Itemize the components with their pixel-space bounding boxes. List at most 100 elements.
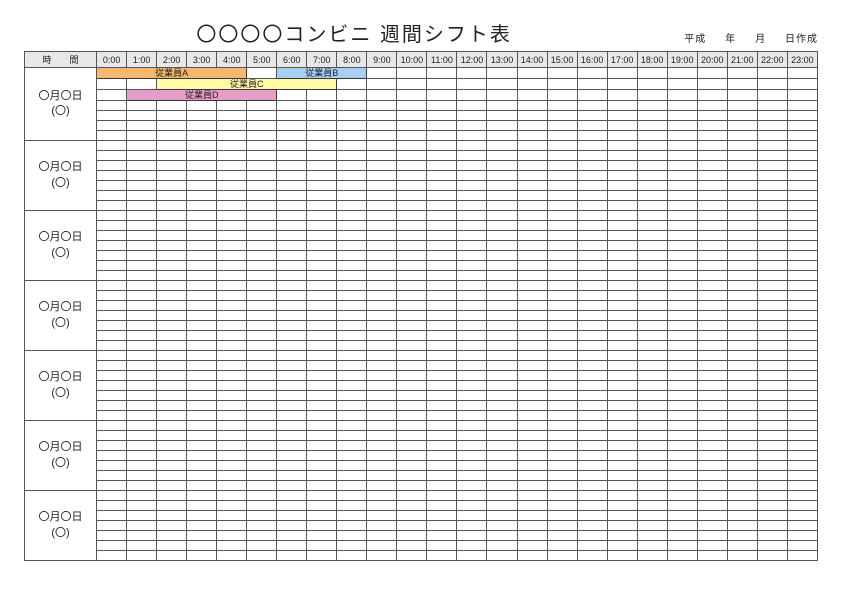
empty-cell bbox=[667, 421, 697, 431]
empty-cell bbox=[427, 391, 457, 401]
empty-cell bbox=[427, 291, 457, 301]
empty-cell bbox=[217, 181, 247, 191]
day-label: 〇月〇日(〇) bbox=[25, 281, 97, 351]
empty-cell bbox=[787, 291, 817, 301]
empty-cell bbox=[577, 371, 607, 381]
empty-cell bbox=[547, 141, 577, 151]
empty-cell bbox=[127, 501, 157, 511]
empty-cell bbox=[187, 541, 217, 551]
empty-cell bbox=[97, 201, 127, 211]
empty-cell bbox=[307, 481, 337, 491]
empty-cell bbox=[667, 521, 697, 531]
empty-cell bbox=[307, 391, 337, 401]
empty-cell bbox=[367, 321, 397, 331]
empty-cell bbox=[757, 271, 787, 281]
empty-cell bbox=[277, 421, 307, 431]
empty-cell bbox=[397, 411, 427, 421]
hour-header: 18:00 bbox=[637, 52, 667, 68]
empty-cell bbox=[787, 401, 817, 411]
empty-cell bbox=[367, 341, 397, 351]
empty-cell bbox=[757, 481, 787, 491]
hour-header: 17:00 bbox=[607, 52, 637, 68]
empty-cell bbox=[97, 131, 127, 141]
empty-cell bbox=[157, 541, 187, 551]
empty-cell bbox=[247, 271, 277, 281]
empty-cell bbox=[157, 261, 187, 271]
empty-cell bbox=[277, 271, 307, 281]
empty-cell bbox=[427, 431, 457, 441]
empty-cell bbox=[157, 351, 187, 361]
hour-header: 19:00 bbox=[667, 52, 697, 68]
empty-cell bbox=[757, 151, 787, 161]
empty-cell bbox=[487, 341, 517, 351]
empty-cell bbox=[97, 191, 127, 201]
empty-cell bbox=[577, 511, 607, 521]
empty-cell bbox=[697, 461, 727, 471]
empty-cell bbox=[337, 191, 367, 201]
empty-cell bbox=[427, 331, 457, 341]
empty-cell bbox=[97, 511, 127, 521]
empty-cell bbox=[337, 181, 367, 191]
empty-cell bbox=[787, 201, 817, 211]
empty-cell bbox=[217, 331, 247, 341]
empty-cell bbox=[487, 331, 517, 341]
empty-cell bbox=[337, 501, 367, 511]
empty-cell bbox=[337, 511, 367, 521]
empty-cell bbox=[607, 68, 637, 79]
empty-cell bbox=[757, 291, 787, 301]
empty-cell bbox=[667, 241, 697, 251]
empty-cell bbox=[667, 201, 697, 211]
empty-cell bbox=[427, 201, 457, 211]
empty-cell bbox=[727, 121, 757, 131]
empty-cell bbox=[247, 381, 277, 391]
empty-cell bbox=[577, 351, 607, 361]
empty-cell bbox=[637, 531, 667, 541]
empty-cell bbox=[547, 471, 577, 481]
empty-cell bbox=[277, 441, 307, 451]
day-weekday: (〇) bbox=[51, 247, 69, 259]
empty-cell bbox=[337, 101, 367, 111]
empty-cell bbox=[787, 181, 817, 191]
empty-cell bbox=[757, 511, 787, 521]
empty-cell bbox=[277, 401, 307, 411]
empty-cell bbox=[637, 331, 667, 341]
empty-cell bbox=[517, 461, 547, 471]
empty-cell bbox=[247, 141, 277, 151]
empty-cell bbox=[427, 231, 457, 241]
day-date: 〇月〇日 bbox=[39, 371, 83, 383]
empty-cell bbox=[427, 421, 457, 431]
empty-cell bbox=[127, 221, 157, 231]
empty-cell bbox=[307, 451, 337, 461]
empty-cell bbox=[307, 411, 337, 421]
empty-cell bbox=[157, 361, 187, 371]
empty-cell bbox=[187, 231, 217, 241]
empty-cell bbox=[427, 251, 457, 261]
empty-cell bbox=[187, 441, 217, 451]
empty-cell bbox=[787, 381, 817, 391]
empty-cell bbox=[367, 361, 397, 371]
empty-cell bbox=[547, 131, 577, 141]
empty-cell bbox=[187, 551, 217, 561]
empty-cell bbox=[787, 221, 817, 231]
empty-cell bbox=[247, 291, 277, 301]
empty-cell bbox=[637, 181, 667, 191]
empty-cell bbox=[337, 151, 367, 161]
empty-cell bbox=[487, 531, 517, 541]
empty-cell bbox=[307, 201, 337, 211]
empty-cell bbox=[727, 101, 757, 111]
empty-cell bbox=[787, 79, 817, 90]
empty-cell bbox=[187, 111, 217, 121]
empty-cell bbox=[667, 351, 697, 361]
empty-cell bbox=[247, 231, 277, 241]
empty-cell bbox=[787, 141, 817, 151]
empty-cell bbox=[757, 281, 787, 291]
empty-cell bbox=[217, 351, 247, 361]
empty-cell bbox=[547, 491, 577, 501]
empty-cell bbox=[307, 421, 337, 431]
empty-cell bbox=[787, 411, 817, 421]
empty-cell bbox=[547, 541, 577, 551]
empty-cell bbox=[397, 261, 427, 271]
empty-cell bbox=[697, 101, 727, 111]
empty-cell bbox=[697, 261, 727, 271]
empty-cell bbox=[667, 181, 697, 191]
